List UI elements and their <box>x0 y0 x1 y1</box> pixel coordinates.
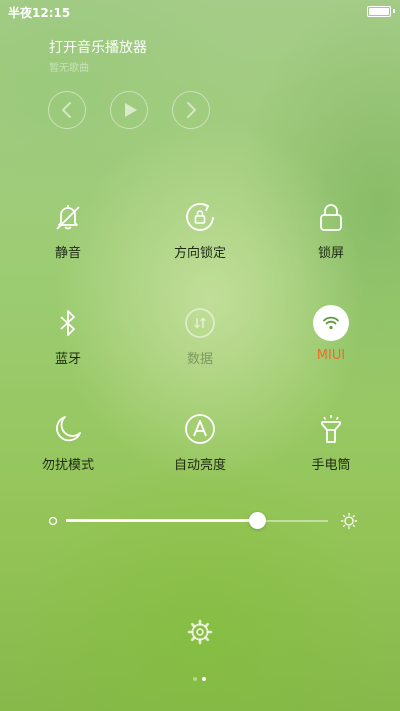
mobile-data-icon <box>185 308 215 338</box>
play-button[interactable] <box>110 91 148 129</box>
brightness-slider[interactable] <box>44 508 358 534</box>
toggle-label: MIUI <box>316 348 346 363</box>
toggle-wifi[interactable]: MIUI <box>271 305 391 386</box>
toggle-label: 自动亮度 <box>173 458 226 473</box>
moon-icon <box>56 416 81 442</box>
toggle-flashlight[interactable]: 手电筒 <box>271 412 391 492</box>
bright-sun-icon <box>340 512 358 530</box>
chevron-left-icon <box>62 102 71 118</box>
toggle-label: 方向锁定 <box>173 246 226 261</box>
previous-track-button[interactable] <box>48 91 86 129</box>
toggle-bluetooth[interactable]: 蓝牙 <box>8 306 128 386</box>
wifi-icon <box>323 316 339 330</box>
gear-icon <box>187 619 213 645</box>
battery-tip <box>393 9 395 13</box>
lock-icon <box>320 204 342 231</box>
music-artist: 暂无歌曲 <box>49 63 89 74</box>
toggle-label: 数据 <box>186 352 213 367</box>
next-track-button[interactable] <box>172 91 210 129</box>
toggle-label: 勿扰模式 <box>41 458 94 473</box>
bell-off-icon <box>56 205 80 230</box>
toggle-rotation-lock[interactable]: 方向锁定 <box>140 200 260 280</box>
flashlight-icon <box>321 415 341 443</box>
page-dot <box>193 677 197 681</box>
toggle-mobile-data[interactable]: 数据 <box>140 306 260 386</box>
dim-sun-icon <box>48 516 58 526</box>
bluetooth-icon <box>60 310 75 336</box>
toggle-label: 锁屏 <box>317 246 344 261</box>
toggle-label: 蓝牙 <box>54 352 81 367</box>
auto-brightness-icon <box>185 414 215 444</box>
toggle-silent[interactable]: 静音 <box>8 200 128 280</box>
brightness-track-fill <box>66 519 258 522</box>
brightness-thumb[interactable] <box>248 512 266 529</box>
toggle-lock-screen[interactable]: 锁屏 <box>271 200 391 280</box>
toggle-label: 静音 <box>54 246 81 261</box>
play-icon <box>125 103 137 117</box>
music-title[interactable]: 打开音乐播放器 <box>49 37 147 57</box>
chevron-right-icon <box>187 102 196 118</box>
page-dot <box>202 677 206 681</box>
status-bar: 半夜12:15 <box>0 0 400 22</box>
toggle-label: 手电筒 <box>311 458 351 473</box>
toggle-auto-brightness[interactable]: 自动亮度 <box>140 412 260 492</box>
rotation-lock-icon <box>186 203 214 231</box>
battery-icon <box>367 6 391 17</box>
settings-button[interactable] <box>186 618 214 646</box>
status-time: 半夜12:15 <box>8 6 71 20</box>
toggle-do-not-disturb[interactable]: 勿扰模式 <box>8 412 128 492</box>
